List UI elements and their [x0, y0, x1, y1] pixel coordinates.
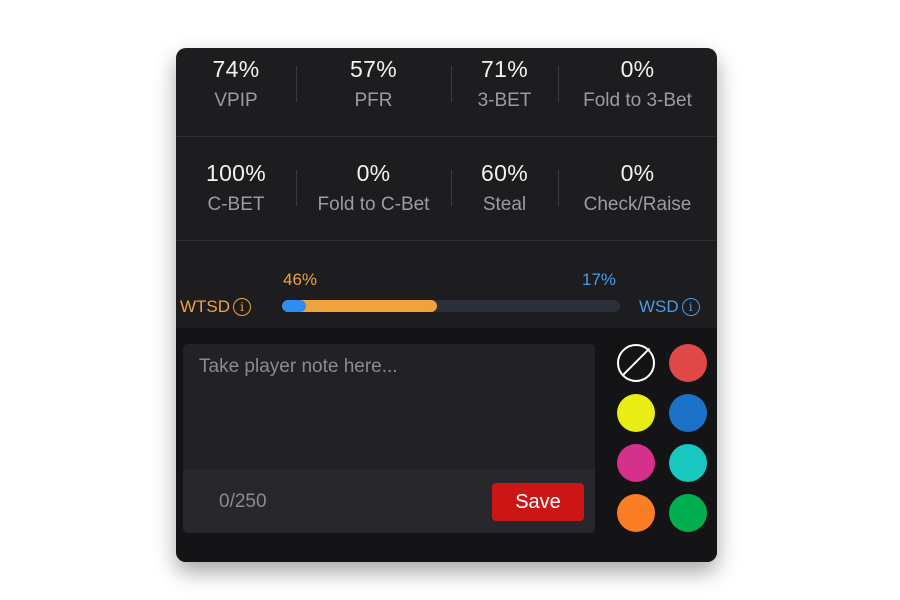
stat-value: 74% [212, 56, 260, 82]
stat-value: 0% [620, 56, 655, 82]
stat-fold-to-cbet: 0% Fold to C-Bet [296, 136, 451, 240]
wtsd-label-text: WTSD [180, 297, 231, 316]
color-magenta-swatch[interactable] [617, 444, 655, 482]
color-teal-swatch[interactable] [669, 444, 707, 482]
stat-label: Steal [482, 194, 527, 215]
stat-label: VPIP [214, 90, 258, 111]
stat-label: 3-BET [477, 90, 532, 111]
player-stats-panel: 74% VPIP 57% PFR 71% 3-BET 0% Fold to 3-… [176, 48, 717, 562]
stat-value: 71% [481, 56, 528, 82]
save-button[interactable]: Save [492, 483, 584, 521]
wsd-progress-fill [282, 300, 306, 312]
color-yellow-swatch[interactable] [617, 394, 655, 432]
wsd-info-icon[interactable]: i [681, 298, 700, 316]
stat-label: Check/Raise [583, 194, 692, 215]
stat-value: 0% [356, 160, 391, 186]
showdown-progress-track [282, 300, 620, 312]
stat-pfr: 57% PFR [296, 48, 451, 136]
stat-check-raise: 0% Check/Raise [558, 136, 717, 240]
wsd-label-text: WSD [639, 297, 679, 316]
note-footer: 0/250 Save [183, 469, 595, 533]
wtsd-value: 46% [283, 270, 318, 289]
wsd-value: 17% [582, 270, 617, 289]
stat-value: 100% [205, 160, 267, 186]
wtsd-info-icon[interactable]: i [233, 298, 252, 316]
stat-cbet: 100% C-BET [176, 136, 296, 240]
color-blue-swatch[interactable] [669, 394, 707, 432]
stat-value: 57% [350, 56, 397, 82]
showdown-stats: WTSD i 46% 17% WSD i [176, 256, 717, 328]
wtsd-label: WTSD i [180, 297, 252, 317]
color-orange-swatch[interactable] [617, 494, 655, 532]
stat-label: Fold to 3-Bet [583, 90, 692, 111]
note-box: 0/250 Save [183, 344, 595, 533]
wsd-label: WSD i [639, 297, 700, 317]
stat-value: 0% [620, 160, 655, 186]
stats-row-postflop: 100% C-BET 0% Fold to C-Bet 60% Steal 0%… [176, 136, 717, 241]
player-note-input[interactable] [183, 344, 595, 469]
color-green-swatch[interactable] [669, 494, 707, 532]
stat-label: C-BET [207, 194, 265, 215]
color-none-swatch[interactable] [617, 344, 655, 382]
stats-row-preflop: 74% VPIP 57% PFR 71% 3-BET 0% Fold to 3-… [176, 48, 717, 137]
stat-value: 60% [481, 160, 528, 186]
char-count: 0/250 [219, 491, 267, 512]
stat-fold-to-3bet: 0% Fold to 3-Bet [558, 48, 717, 136]
stat-label: PFR [354, 90, 393, 111]
stat-steal: 60% Steal [451, 136, 558, 240]
stat-label: Fold to C-Bet [317, 194, 430, 215]
note-section: 0/250 Save [176, 328, 717, 562]
color-red-swatch[interactable] [669, 344, 707, 382]
stat-3bet: 71% 3-BET [451, 48, 558, 136]
stat-vpip: 74% VPIP [176, 48, 296, 136]
